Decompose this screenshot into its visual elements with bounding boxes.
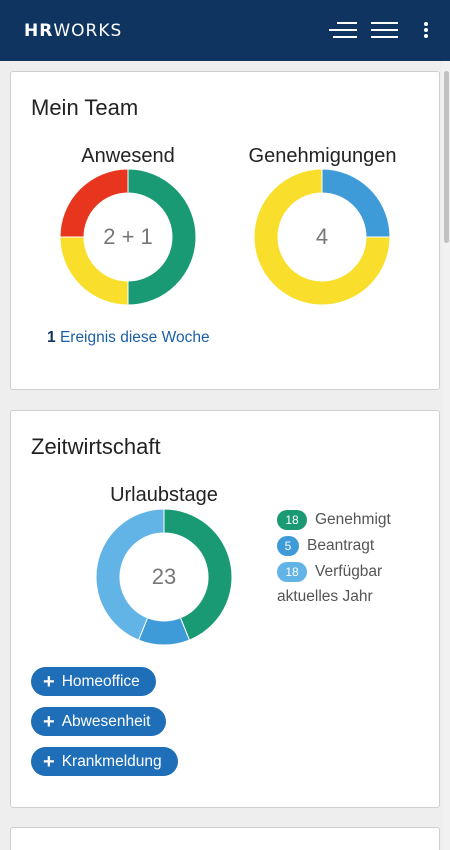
hrworks-logo[interactable]: HRWORKS <box>24 21 122 41</box>
available-label: Verfügbar <box>315 563 383 580</box>
scrollbar-thumb[interactable] <box>444 71 449 243</box>
present-count: 2 + 1 <box>103 224 153 249</box>
legend-requested: 5 Beantragt <box>277 535 374 557</box>
logo-bold-text: HR <box>24 21 54 41</box>
approved-badge: 18 <box>277 510 307 530</box>
homeoffice-label: Homeoffice <box>61 672 140 690</box>
add-homeoffice-button[interactable]: + Homeoffice <box>31 667 156 696</box>
events-this-week-link[interactable]: 1 Ereignis diese Woche <box>47 329 210 347</box>
time-management-title: Zeitwirtschaft <box>31 434 161 459</box>
requested-badge: 5 <box>277 536 299 556</box>
my-team-title: Mein Team <box>31 95 139 120</box>
legend-approved: 18 Genehmigt <box>277 509 391 531</box>
vacation-days-label: Urlaubstage <box>110 484 218 506</box>
requested-label: Beantragt <box>307 537 375 554</box>
page-scrollbar[interactable] <box>442 61 450 850</box>
absence-label: Abwesenheit <box>61 712 151 730</box>
sick-note-label: Krankmeldung <box>61 752 162 770</box>
events-count: 1 <box>47 329 56 346</box>
approvals-label: Genehmigungen <box>248 145 397 167</box>
legend-available: 18 Verfügbar <box>277 561 382 583</box>
current-year-label: aktuelles Jahr <box>277 588 373 605</box>
approvals-count: 4 <box>315 224 329 249</box>
vacation-days-count: 23 <box>151 564 177 589</box>
approved-label: Genehmigt <box>315 511 391 528</box>
plus-icon: + <box>43 670 55 693</box>
add-absence-button[interactable]: + Abwesenheit <box>31 707 167 736</box>
events-label: Ereignis diese Woche <box>59 329 210 346</box>
add-sick-note-button[interactable]: + Krankmeldung <box>31 747 178 776</box>
more-vertical-icon[interactable] <box>418 20 434 40</box>
available-badge: 18 <box>277 562 307 582</box>
plus-icon: + <box>43 750 55 773</box>
hamburger-menu-icon[interactable] <box>370 20 398 40</box>
plus-icon: + <box>43 710 55 733</box>
present-label: Anwesend <box>81 145 175 167</box>
next-card <box>10 827 440 850</box>
align-right-menu-icon[interactable] <box>329 20 357 40</box>
time-management-card: Zeitwirtschaft Urlaubstage 23 18 Genehmi… <box>10 410 440 808</box>
logo-regular-text: WORKS <box>53 21 123 41</box>
my-team-card: Mein Team Anwesend 2 + 1 Genehmigungen 4… <box>10 71 440 390</box>
top-app-bar: HRWORKS <box>0 0 450 61</box>
